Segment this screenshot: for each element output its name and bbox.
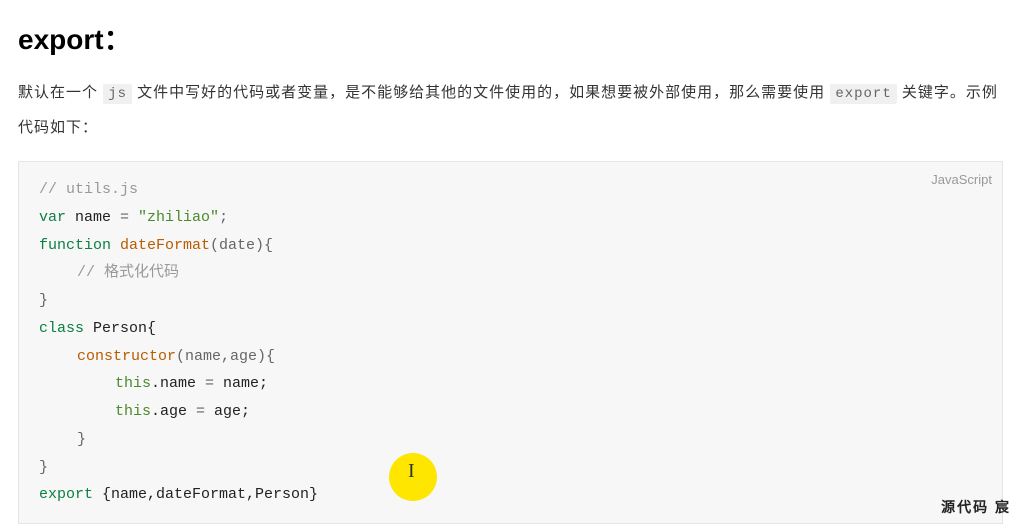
inline-code-export: export bbox=[830, 84, 896, 104]
para-text-2: 文件中写好的代码或者变量，是不能够给其他的文件使用的，如果想要被外部使用，那么需… bbox=[132, 84, 830, 101]
section-heading: export： bbox=[0, 0, 1021, 58]
code-line-12: export {name,dateFormat,Person} bbox=[39, 481, 982, 509]
code-line-1: // utils.js bbox=[39, 176, 982, 204]
code-line-6: class Person{ bbox=[39, 315, 982, 343]
description-paragraph: 默认在一个 js 文件中写好的代码或者变量，是不能够给其他的文件使用的，如果想要… bbox=[0, 58, 1021, 145]
code-block: JavaScript // utils.js var name = "zhili… bbox=[18, 161, 1003, 524]
code-line-2: var name = "zhiliao"; bbox=[39, 204, 982, 232]
code-line-5: } bbox=[39, 287, 982, 315]
inline-code-js: js bbox=[103, 84, 132, 104]
code-line-4: // 格式化代码 bbox=[39, 259, 982, 287]
code-line-8: this.name = name; bbox=[39, 370, 982, 398]
code-line-3: function dateFormat(date){ bbox=[39, 232, 982, 260]
para-text-1: 默认在一个 bbox=[18, 84, 103, 101]
code-line-9: this.age = age; bbox=[39, 398, 982, 426]
code-language-label: JavaScript bbox=[931, 168, 992, 192]
code-line-10: } bbox=[39, 426, 982, 454]
code-line-11: } bbox=[39, 454, 982, 482]
code-line-7: constructor(name,age){ bbox=[39, 343, 982, 371]
